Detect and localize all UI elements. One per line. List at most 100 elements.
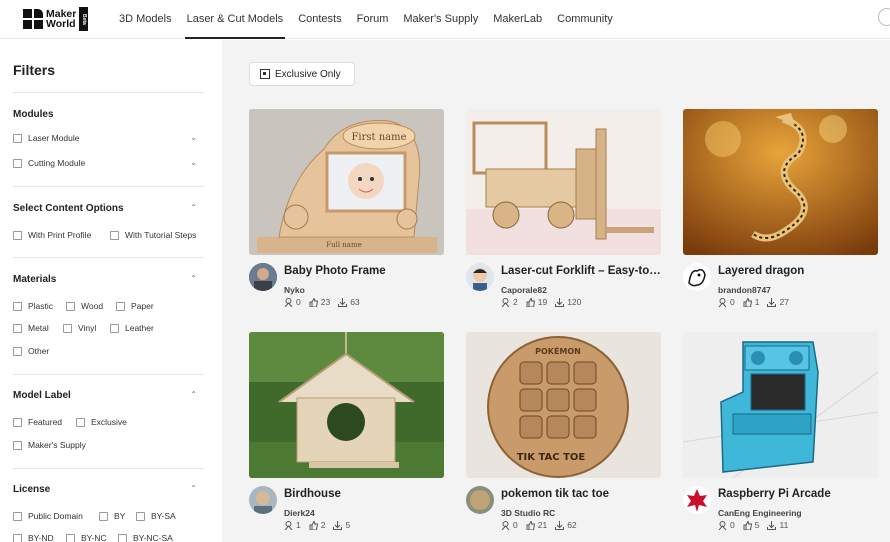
checkbox-featured[interactable]: Featured <box>13 417 62 427</box>
author-avatar[interactable] <box>683 263 711 291</box>
checkbox-laser-module[interactable]: Laser Module <box>13 133 80 143</box>
author-avatar[interactable] <box>683 486 711 514</box>
nav-forum[interactable]: Forum <box>357 0 389 39</box>
checkbox-vinyl[interactable]: Vinyl <box>63 323 96 333</box>
makerworld-logo[interactable]: Maker World Beta <box>23 6 95 32</box>
filters-title: Filters <box>13 62 56 78</box>
chevron-down-icon[interactable]: ⌄ <box>190 158 197 167</box>
like-icon <box>526 297 535 307</box>
model-title[interactable]: pokemon tik tac toe <box>501 488 661 500</box>
download-icon <box>767 520 777 530</box>
logo-mark-icon <box>23 9 43 29</box>
checkbox-plastic[interactable]: Plastic <box>13 301 53 311</box>
checkbox-paper[interactable]: Paper <box>116 301 154 311</box>
filters-sidebar: Filters Modules Laser Module ⌄ Cutting M… <box>0 40 222 542</box>
boost-icon <box>501 297 510 307</box>
chevron-up-icon[interactable]: ⌃ <box>190 390 197 399</box>
svg-text:POKÉMON: POKÉMON <box>535 345 581 356</box>
model-stats: 2 19 120 <box>501 297 589 307</box>
download-icon <box>555 297 565 307</box>
model-thumbnail[interactable] <box>683 332 878 478</box>
svg-text:Full name: Full name <box>326 241 362 249</box>
checkbox-public-domain[interactable]: Public Domain <box>13 511 83 521</box>
like-icon <box>309 520 318 530</box>
checkbox-wood[interactable]: Wood <box>66 301 103 311</box>
author-avatar[interactable] <box>249 263 277 291</box>
model-label-title[interactable]: Model Label <box>13 390 71 401</box>
model-card[interactable]: First name Full name Baby Photo Frame Ny… <box>249 109 444 307</box>
author-name[interactable]: Dierk24 <box>284 508 315 518</box>
author-avatar[interactable] <box>466 486 494 514</box>
model-card[interactable]: POKÉMON TIK TAC TOE pokemon tik tac toe … <box>466 332 661 530</box>
model-thumbnail[interactable]: First name Full name <box>249 109 444 255</box>
author-name[interactable]: Caporale82 <box>501 285 547 295</box>
checkbox-exclusive[interactable]: Exclusive <box>76 417 127 427</box>
model-title[interactable]: Birdhouse <box>284 488 444 500</box>
author-avatar[interactable] <box>466 263 494 291</box>
model-stats: 0 5 11 <box>718 520 796 530</box>
checkbox-by-nc[interactable]: BY-NC <box>66 533 107 542</box>
checkbox-makers-supply[interactable]: Maker's Supply <box>13 440 86 450</box>
checkbox-other[interactable]: Other <box>13 346 49 356</box>
model-card[interactable]: Layered dragon brandon8747 0 1 27 <box>683 109 878 307</box>
author-name[interactable]: 3D Studio RC <box>501 508 555 518</box>
model-stats: 0 21 62 <box>501 520 585 530</box>
model-title[interactable]: Layered dragon <box>718 265 878 277</box>
author-name[interactable]: Nyko <box>284 285 305 295</box>
download-icon <box>767 297 777 307</box>
nav-makerlab[interactable]: MakerLab <box>493 0 542 39</box>
chevron-up-icon[interactable]: ⌃ <box>190 484 197 493</box>
download-icon <box>338 297 348 307</box>
like-icon <box>526 520 535 530</box>
tictactoe-image: POKÉMON TIK TAC TOE <box>466 332 661 478</box>
content-options-title[interactable]: Select Content Options <box>13 203 124 214</box>
model-thumbnail[interactable] <box>683 109 878 255</box>
checkbox-by-nc-sa[interactable]: BY-NC-SA <box>118 533 173 542</box>
chevron-down-icon[interactable]: ⌄ <box>190 133 197 142</box>
logo-wordmark: Maker World <box>46 8 77 30</box>
nav-makers-supply[interactable]: Maker's Supply <box>403 0 478 39</box>
divider <box>13 374 204 375</box>
nav-laser-cut-models[interactable]: Laser & Cut Models <box>184 0 285 39</box>
checkbox-tutorial-steps[interactable]: With Tutorial Steps <box>110 230 196 240</box>
baby-frame-image: First name Full name <box>249 109 444 255</box>
exclusive-only-button[interactable]: Exclusive Only <box>249 62 355 86</box>
nav-3d-models[interactable]: 3D Models <box>119 0 172 39</box>
boost-icon <box>501 520 510 530</box>
model-thumbnail[interactable] <box>466 109 661 255</box>
main-content: Exclusive Only First name Full name Baby… <box>222 40 890 542</box>
boost-icon <box>284 297 293 307</box>
model-title[interactable]: Raspberry Pi Arcade <box>718 488 878 500</box>
download-icon <box>555 520 565 530</box>
svg-text:TIK TAC TOE: TIK TAC TOE <box>517 452 586 463</box>
checkbox-print-profile[interactable]: With Print Profile <box>13 230 91 240</box>
checkbox-cutting-module[interactable]: Cutting Module <box>13 158 85 168</box>
materials-title[interactable]: Materials <box>13 274 56 285</box>
checkbox-by-sa[interactable]: BY-SA <box>136 511 176 521</box>
chevron-up-icon[interactable]: ⌃ <box>190 203 197 212</box>
model-card[interactable]: Birdhouse Dierk24 1 2 5 <box>249 332 444 530</box>
model-card[interactable]: Raspberry Pi Arcade CanEng Engineering 0… <box>683 332 878 530</box>
model-thumbnail[interactable] <box>249 332 444 478</box>
like-icon <box>743 297 752 307</box>
model-stats: 0 1 27 <box>718 297 797 307</box>
checkbox-metal[interactable]: Metal <box>13 323 49 333</box>
model-thumbnail[interactable]: POKÉMON TIK TAC TOE <box>466 332 661 478</box>
checkbox-by-nd[interactable]: BY-ND <box>13 533 54 542</box>
forklift-image <box>466 109 661 255</box>
model-title[interactable]: Baby Photo Frame <box>284 265 444 277</box>
checkbox-leather[interactable]: Leather <box>110 323 154 333</box>
nav-contests[interactable]: Contests <box>298 0 341 39</box>
author-name[interactable]: brandon8747 <box>718 285 771 295</box>
model-card[interactable]: Laser-cut Forklift – Easy-to-… Caporale8… <box>466 109 661 307</box>
author-name[interactable]: CanEng Engineering <box>718 508 802 518</box>
checkbox-by[interactable]: BY <box>99 511 125 521</box>
modules-title[interactable]: Modules <box>13 109 54 120</box>
author-avatar[interactable] <box>249 486 277 514</box>
divider <box>13 92 204 93</box>
chevron-up-icon[interactable]: ⌃ <box>190 274 197 283</box>
license-title[interactable]: License <box>13 484 50 495</box>
model-title[interactable]: Laser-cut Forklift – Easy-to-… <box>501 265 661 277</box>
nav-community[interactable]: Community <box>557 0 613 39</box>
user-avatar-button[interactable] <box>878 8 890 26</box>
